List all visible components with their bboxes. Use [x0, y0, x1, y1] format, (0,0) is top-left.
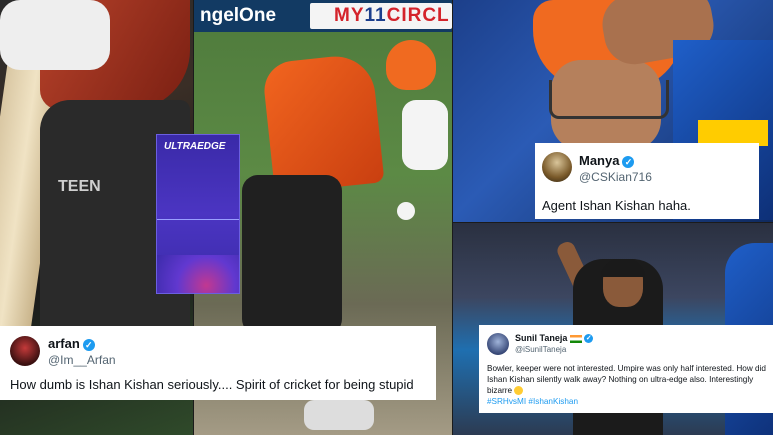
astonished-emoji-icon: [514, 386, 524, 396]
batter-pads: [242, 175, 342, 335]
batter-jersey: [261, 52, 385, 194]
batter-helmet: [386, 40, 436, 90]
sponsor-my11circle: MY11CIRCL: [334, 5, 450, 26]
verified-badge-icon: ✓: [622, 155, 635, 168]
batting-glove: [0, 0, 110, 70]
tweet-text: Bowler, keeper were not interested. Umpi…: [487, 364, 766, 395]
verified-badge-icon: ✓: [82, 338, 95, 351]
verified-badge-icon: ✓: [584, 334, 594, 344]
tweet-text-block: Bowler, keeper were not interested. Umpi…: [487, 363, 769, 407]
tweet-card-arfan: arfan ✓ @Im__Arfan How dumb is Ishan Kish…: [0, 326, 436, 400]
tweet-text: Agent Ishan Kishan haha.: [542, 198, 691, 213]
tweet-author-handle: @iSunilTaneja: [515, 345, 567, 354]
tweet-author-handle: @CSKian716: [579, 170, 652, 184]
india-flag-icon: [570, 334, 583, 343]
avatar: [487, 333, 509, 355]
jersey-logo: TEEN: [58, 178, 101, 195]
ultraedge-title: ULTRAEDGE: [164, 141, 226, 152]
batter-gloves: [402, 100, 448, 170]
tweet-author-name: arfan ✓: [48, 336, 95, 351]
tweet-author-name: Sunil Taneja ✓: [515, 333, 594, 344]
tweet-hashtags[interactable]: #SRHvsMI #IshanKishan: [487, 397, 578, 406]
avatar: [542, 152, 572, 182]
tweet-card-manya: Manya ✓ @CSKian716 Agent Ishan Kishan hah…: [535, 143, 759, 219]
sponsor-angelone: ngelOne: [200, 5, 277, 26]
tweet-card-sunil-taneja: Sunil Taneja ✓ @iSunilTaneja Bowler, keep…: [479, 325, 773, 413]
ultraedge-decoration: [157, 255, 239, 293]
tweet-author-name: Manya ✓: [579, 153, 635, 168]
avatar: [10, 336, 40, 366]
tweet-text: How dumb is Ishan Kishan seriously.... S…: [10, 377, 414, 392]
tweet-author-handle: @Im__Arfan: [48, 353, 116, 367]
ultraedge-flat-line: [157, 219, 239, 220]
helmet-grille: [549, 80, 669, 119]
batter-shoe: [304, 400, 374, 430]
cricket-ball: [397, 202, 415, 220]
ultraedge-graphic: ULTRAEDGE: [156, 134, 240, 294]
